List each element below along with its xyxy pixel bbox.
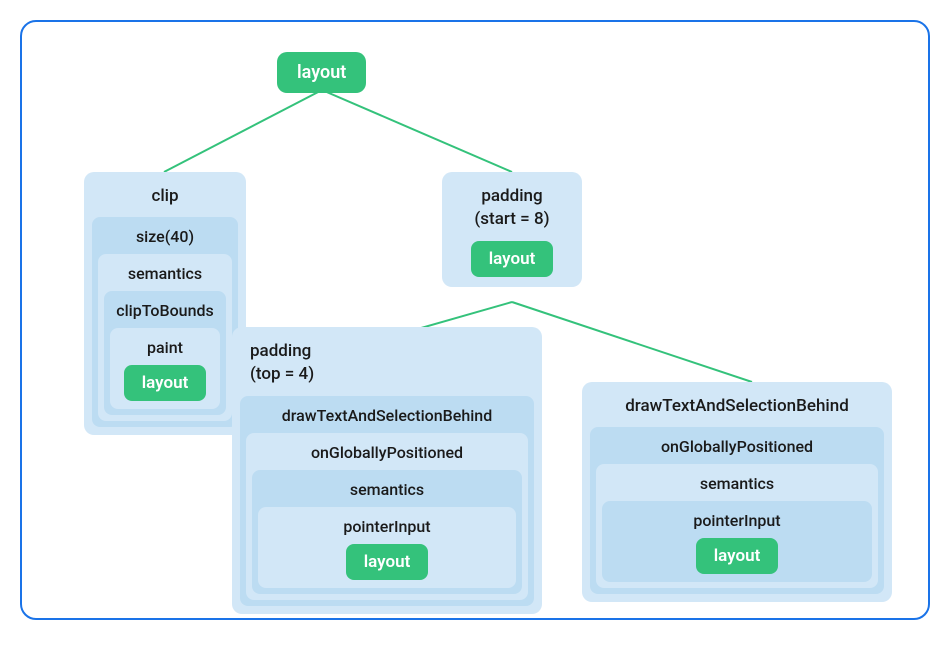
- globally-positioned-label-left: onGloballyPositioned: [252, 439, 522, 468]
- semantics-label-left: semantics: [104, 260, 226, 289]
- padding-start-line2: (start = 8): [450, 209, 574, 238]
- paint-layer: paint layout: [110, 328, 220, 409]
- globally-positioned-layer-left: onGloballyPositioned semantics pointerIn…: [246, 433, 528, 600]
- padding-top-box: padding (top = 4) drawTextAndSelectionBe…: [232, 327, 542, 614]
- pointer-input-label-left: pointerInput: [264, 513, 510, 542]
- semantics-layer-br: semantics pointerInput layout: [596, 464, 878, 588]
- clip-to-bounds-label: clipToBounds: [110, 297, 220, 326]
- semantics-layer-left: semantics clipToBounds paint layout: [98, 254, 232, 421]
- padding-start-box: padding (start = 8) layout: [442, 172, 582, 287]
- padding-top-line1: padding: [240, 335, 534, 364]
- size-layer: size(40) semantics clipToBounds paint la…: [92, 217, 238, 427]
- layout-leaf-br: layout: [696, 538, 779, 574]
- clip-box: clip size(40) semantics clipToBounds pai…: [84, 172, 246, 435]
- pointer-input-layer-right: pointerInput layout: [602, 501, 872, 582]
- semantics-label-bl: semantics: [258, 476, 516, 505]
- globally-positioned-label-right: onGloballyPositioned: [596, 433, 878, 462]
- clip-title: clip: [92, 180, 238, 215]
- clip-to-bounds-layer: clipToBounds paint layout: [104, 291, 226, 415]
- layout-leaf-left: layout: [124, 365, 207, 401]
- pointer-input-label-right: pointerInput: [608, 507, 866, 536]
- globally-positioned-layer-right: onGloballyPositioned semantics pointerIn…: [590, 427, 884, 594]
- size-label: size(40): [98, 223, 232, 252]
- semantics-label-br: semantics: [602, 470, 872, 499]
- root-layout-label: layout: [277, 52, 366, 93]
- padding-start-line1: padding: [450, 180, 574, 209]
- layout-leaf-bl: layout: [346, 544, 429, 580]
- diagram-frame: layout clip size(40) semantics clipToBou…: [20, 20, 930, 620]
- layout-leaf-mid: layout: [471, 241, 554, 277]
- paint-label: paint: [116, 334, 214, 363]
- root-layout-node: layout: [277, 52, 366, 93]
- pointer-input-layer-left: pointerInput layout: [258, 507, 516, 588]
- draw-text-layer-left: drawTextAndSelectionBehind onGloballyPos…: [240, 396, 534, 606]
- draw-text-label-right: drawTextAndSelectionBehind: [590, 390, 884, 425]
- draw-text-box-right: drawTextAndSelectionBehind onGloballyPos…: [582, 382, 892, 602]
- padding-top-line2: (top = 4): [240, 364, 534, 393]
- semantics-layer-bl: semantics pointerInput layout: [252, 470, 522, 594]
- draw-text-label-left: drawTextAndSelectionBehind: [246, 402, 528, 431]
